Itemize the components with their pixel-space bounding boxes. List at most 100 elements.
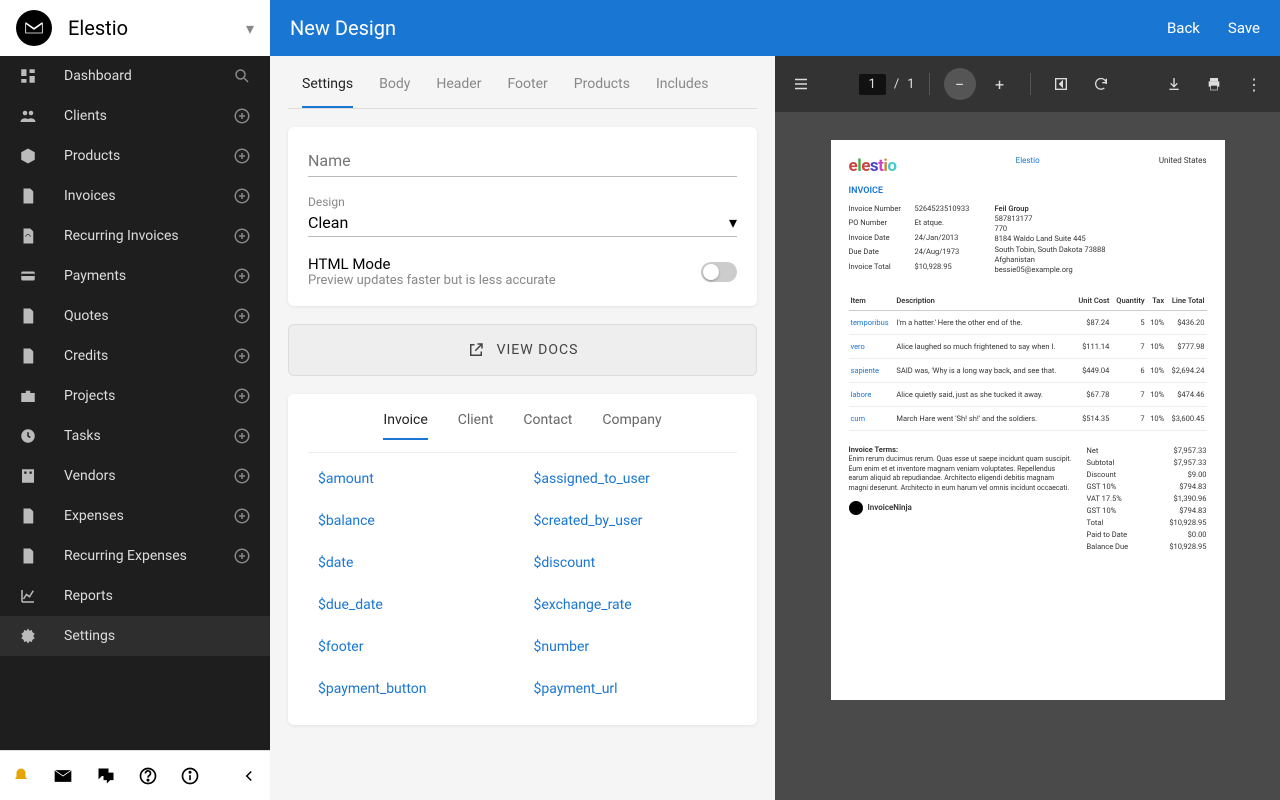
add-icon[interactable] bbox=[230, 144, 254, 168]
variable-due_date[interactable]: $due_date bbox=[312, 587, 518, 623]
chat-icon[interactable] bbox=[93, 766, 119, 786]
help-icon[interactable] bbox=[135, 766, 161, 786]
add-icon[interactable] bbox=[230, 504, 254, 528]
add-icon[interactable] bbox=[230, 464, 254, 488]
add-icon[interactable] bbox=[230, 264, 254, 288]
doc-viewport[interactable]: elestio Elestio United States INVOICE In… bbox=[775, 112, 1280, 800]
brand-switcher[interactable]: Elestio ▾ bbox=[0, 0, 270, 56]
ninja-icon bbox=[849, 501, 863, 515]
nav-label: Credits bbox=[64, 348, 230, 364]
tab-settings[interactable]: Settings bbox=[302, 76, 353, 108]
doc-terms: Invoice Terms: Enim rerum ducimus rerum.… bbox=[849, 445, 1073, 553]
view-docs-button[interactable]: VIEW DOCS bbox=[288, 324, 757, 376]
nav-label: Clients bbox=[64, 108, 230, 124]
preview-toolbar: 1 / 1 − + ⋮ bbox=[775, 56, 1280, 112]
briefcase-icon bbox=[16, 384, 40, 408]
subtab-company[interactable]: Company bbox=[602, 412, 661, 440]
rotate-button[interactable] bbox=[1085, 68, 1117, 100]
sidebar-item-clients[interactable]: Clients bbox=[0, 96, 270, 136]
design-select[interactable]: Clean ▾ bbox=[308, 209, 737, 237]
add-icon[interactable] bbox=[230, 384, 254, 408]
print-button[interactable] bbox=[1198, 68, 1230, 100]
add-icon[interactable] bbox=[230, 224, 254, 248]
sidebar: Elestio ▾ Dashboard Clients ProductsInvoic… bbox=[0, 0, 270, 800]
nav-label: Reports bbox=[64, 588, 254, 604]
sidebar-item-expenses[interactable]: Expenses bbox=[0, 496, 270, 536]
variable-assigned_to_user[interactable]: $assigned_to_user bbox=[528, 461, 734, 497]
tab-footer[interactable]: Footer bbox=[507, 76, 547, 108]
more-icon[interactable]: ⋮ bbox=[1238, 68, 1270, 100]
design-label: Design bbox=[308, 195, 737, 209]
doc-logo: elestio bbox=[849, 156, 897, 176]
info-icon[interactable] bbox=[177, 766, 203, 786]
sidebar-item-recurring-expenses[interactable]: Recurring Expenses bbox=[0, 536, 270, 576]
sidebar-item-tasks[interactable]: Tasks bbox=[0, 416, 270, 456]
sidebar-item-payments[interactable]: Payments bbox=[0, 256, 270, 296]
nav-label: Payments bbox=[64, 268, 230, 284]
tab-products[interactable]: Products bbox=[574, 76, 630, 108]
variables-card: Invoice Client Contact Company $amount $assi… bbox=[288, 394, 757, 725]
download-button[interactable] bbox=[1158, 68, 1190, 100]
menu-icon[interactable] bbox=[785, 68, 817, 100]
sidebar-item-credits[interactable]: Credits bbox=[0, 336, 270, 376]
add-icon[interactable] bbox=[230, 104, 254, 128]
name-input[interactable] bbox=[308, 145, 737, 177]
doc-client: Feil Group 587813177 770 8184 Waldo Land… bbox=[995, 204, 1106, 275]
add-icon[interactable] bbox=[230, 544, 254, 568]
sidebar-item-reports[interactable]: Reports bbox=[0, 576, 270, 616]
add-icon[interactable] bbox=[230, 184, 254, 208]
tab-body[interactable]: Body bbox=[379, 76, 410, 108]
nav-label: Tasks bbox=[64, 428, 230, 444]
tab-includes[interactable]: Includes bbox=[656, 76, 709, 108]
sidebar-item-products[interactable]: Products bbox=[0, 136, 270, 176]
sidebar-item-invoices[interactable]: Invoices bbox=[0, 176, 270, 216]
mail-icon[interactable] bbox=[50, 766, 76, 786]
sidebar-item-dashboard[interactable]: Dashboard bbox=[0, 56, 270, 96]
variable-payment_button[interactable]: $payment_button bbox=[312, 671, 518, 707]
nav-list: DashboardClientsProductsInvoicesRecurrin… bbox=[0, 56, 270, 750]
sidebar-item-quotes[interactable]: Quotes bbox=[0, 296, 270, 336]
add-icon[interactable] bbox=[230, 304, 254, 328]
zoom-out-button[interactable]: − bbox=[944, 68, 976, 100]
variable-payment_url[interactable]: $payment_url bbox=[528, 671, 734, 707]
variable-date[interactable]: $date bbox=[312, 545, 518, 581]
nav-label: Vendors bbox=[64, 468, 230, 484]
sidebar-item-projects[interactable]: Projects bbox=[0, 376, 270, 416]
variable-tabs: Invoice Client Contact Company bbox=[308, 412, 737, 453]
add-icon[interactable] bbox=[230, 424, 254, 448]
collapse-sidebar-icon[interactable] bbox=[236, 767, 262, 785]
subtab-client[interactable]: Client bbox=[458, 412, 494, 440]
bell-icon[interactable] bbox=[8, 767, 34, 785]
sidebar-item-vendors[interactable]: Vendors bbox=[0, 456, 270, 496]
repeat-file-icon bbox=[16, 224, 40, 248]
doc-table: ItemDescriptionUnit CostQuantityTaxLine … bbox=[849, 291, 1207, 431]
settings-card: Design Clean ▾ HTML Mode Preview updates… bbox=[288, 127, 757, 306]
variable-balance[interactable]: $balance bbox=[312, 503, 518, 539]
external-link-icon bbox=[467, 341, 485, 359]
subtab-contact[interactable]: Contact bbox=[523, 412, 572, 440]
tab-header[interactable]: Header bbox=[436, 76, 481, 108]
page-title: New Design bbox=[290, 16, 1139, 40]
sidebar-item-settings[interactable]: Settings bbox=[0, 616, 270, 656]
variable-number[interactable]: $number bbox=[528, 629, 734, 665]
zoom-in-button[interactable]: + bbox=[984, 68, 1016, 100]
subtab-invoice[interactable]: Invoice bbox=[383, 412, 427, 440]
variable-discount[interactable]: $discount bbox=[528, 545, 734, 581]
fit-page-button[interactable] bbox=[1045, 68, 1077, 100]
variable-footer[interactable]: $footer bbox=[312, 629, 518, 665]
html-mode-toggle[interactable] bbox=[701, 262, 737, 282]
editor-panel: Settings Body Header Footer Products Includes… bbox=[270, 56, 775, 800]
back-button[interactable]: Back bbox=[1167, 19, 1200, 37]
sidebar-item-recurring-invoices[interactable]: Recurring Invoices bbox=[0, 216, 270, 256]
quote-file-icon bbox=[16, 304, 40, 328]
doc-title: INVOICE bbox=[849, 186, 1207, 196]
clock-icon bbox=[16, 424, 40, 448]
page-indicator: 1 / 1 bbox=[859, 74, 915, 95]
doc-country: United States bbox=[1159, 156, 1207, 176]
variable-created_by_user[interactable]: $created_by_user bbox=[528, 503, 734, 539]
variable-exchange_rate[interactable]: $exchange_rate bbox=[528, 587, 734, 623]
save-button[interactable]: Save bbox=[1228, 19, 1260, 37]
variable-amount[interactable]: $amount bbox=[312, 461, 518, 497]
add-icon[interactable] bbox=[230, 344, 254, 368]
search-icon[interactable] bbox=[230, 64, 254, 88]
